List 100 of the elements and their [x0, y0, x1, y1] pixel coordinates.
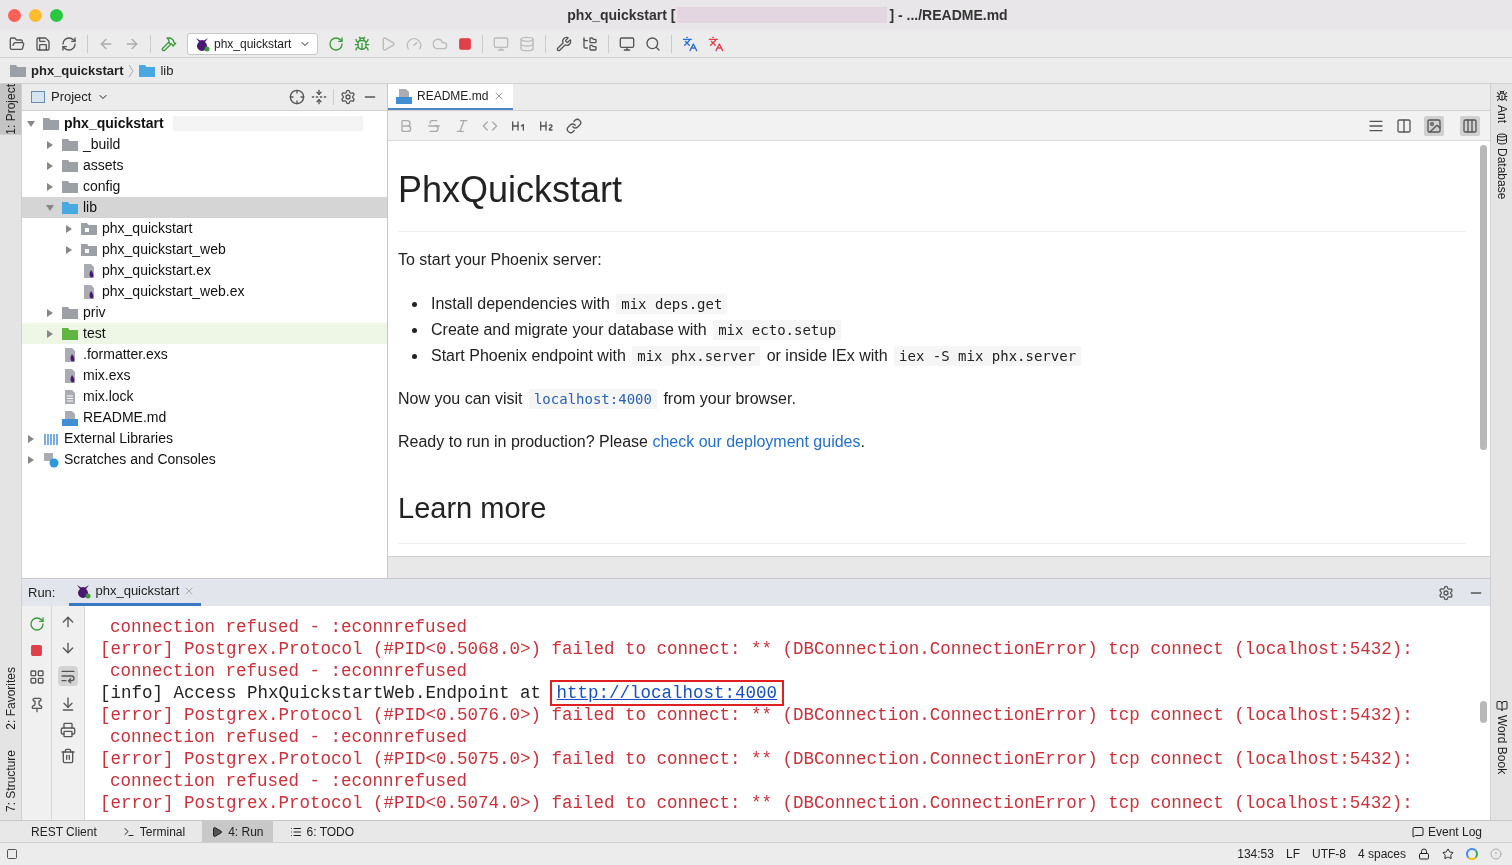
rerun-icon[interactable] — [28, 616, 45, 632]
tree-item[interactable]: assets — [22, 155, 387, 176]
tree-item[interactable]: lib — [22, 197, 387, 218]
event-log-button[interactable]: Event Log — [1411, 822, 1490, 841]
italic-icon[interactable] — [454, 117, 470, 134]
debug-icon[interactable] — [354, 35, 371, 52]
settings-wrench-icon[interactable] — [556, 35, 573, 52]
markdown-file-icon — [62, 409, 78, 426]
tree-item[interactable]: Scratches and Consoles — [22, 449, 387, 470]
close-window-button[interactable] — [8, 8, 21, 22]
translate-icon[interactable] — [682, 35, 699, 52]
collapsed-arrow-icon[interactable] — [64, 244, 74, 255]
tree-item[interactable]: test — [22, 323, 387, 344]
sync-icon[interactable] — [61, 35, 77, 52]
layout-icon[interactable] — [28, 669, 45, 685]
collapsed-arrow-icon[interactable] — [45, 328, 55, 339]
zoom-window-button[interactable] — [50, 8, 63, 22]
stop-icon[interactable] — [30, 644, 43, 657]
locate-icon[interactable] — [289, 89, 305, 105]
collapsed-arrow-icon[interactable] — [45, 160, 55, 171]
open-folder-icon[interactable] — [9, 35, 25, 52]
link-icon[interactable] — [566, 117, 582, 134]
translate-icon[interactable] — [708, 35, 725, 52]
tree-item[interactable]: config — [22, 176, 387, 197]
tree-item[interactable]: phx_quickstart_web — [22, 239, 387, 260]
scrollbar-thumb[interactable] — [1479, 145, 1487, 450]
folder-icon — [62, 137, 78, 152]
settings-icon[interactable] — [340, 89, 356, 105]
collapsed-arrow-icon[interactable] — [64, 223, 74, 234]
editor-tab[interactable]: README.md — [388, 84, 514, 110]
tree-item[interactable]: _build — [22, 134, 387, 155]
link[interactable]: localhost:4000 — [528, 389, 657, 409]
status-item[interactable]: UTF-8 — [1311, 845, 1346, 863]
tool-window-button[interactable]: Terminal — [113, 820, 195, 843]
tool-window-button[interactable]: 4: Run — [202, 820, 273, 843]
stop-icon[interactable] — [458, 36, 473, 51]
print-icon[interactable] — [60, 722, 76, 738]
status-item[interactable]: 134:53 — [1237, 845, 1274, 863]
split-view-icon[interactable] — [1396, 117, 1412, 134]
lock-icon[interactable] — [1418, 848, 1430, 860]
search-icon[interactable] — [645, 35, 662, 52]
project-structure-icon[interactable] — [582, 35, 599, 52]
scroll-to-end-icon[interactable] — [60, 696, 76, 712]
tree-item[interactable]: mix.lock — [22, 386, 387, 407]
tool-window-button[interactable]: 6: TODO — [280, 820, 364, 843]
tool-window-button[interactable]: REST Client — [22, 820, 106, 843]
tree-item[interactable]: phx_quickstart.ex — [22, 260, 387, 281]
panel-toggle-icon[interactable] — [6, 848, 18, 860]
tree-item-label: lib — [83, 198, 97, 217]
status-item[interactable]: LF — [1285, 845, 1300, 863]
console-link[interactable]: http://localhost:4000 — [551, 682, 783, 704]
expanded-arrow-icon[interactable] — [45, 202, 55, 213]
trash-icon[interactable] — [60, 748, 76, 764]
breadcrumb-item[interactable]: lib — [160, 60, 174, 81]
collapse-all-icon[interactable] — [311, 89, 327, 105]
markdown-file-icon — [396, 88, 412, 104]
tree-item[interactable]: External Libraries — [22, 428, 387, 449]
status-item[interactable]: 4 spaces — [1357, 845, 1406, 863]
preview-only-icon[interactable] — [1426, 117, 1442, 134]
google-icon[interactable] — [1466, 848, 1478, 860]
collapsed-arrow-icon[interactable] — [45, 181, 55, 192]
console-line: connection refused - :econnrefused — [109, 616, 469, 638]
collapsed-arrow-icon[interactable] — [26, 433, 36, 444]
tree-item-label: README.md — [83, 408, 167, 427]
run-configuration-dropdown[interactable]: phx_quickstart — [187, 32, 319, 55]
tool-window-tab[interactable]: 2: Favorites — [0, 667, 21, 730]
scratches-icon — [43, 451, 59, 468]
collapsed-arrow-icon[interactable] — [45, 307, 55, 318]
strikethrough-icon[interactable] — [426, 117, 442, 134]
breadcrumb-item[interactable]: phx_quickstart — [31, 60, 124, 81]
bold-icon[interactable] — [398, 117, 414, 134]
tree-item-label: test — [83, 324, 106, 343]
scrollbar-thumb[interactable] — [1479, 701, 1487, 723]
rerun-icon[interactable] — [328, 35, 345, 52]
tree-item[interactable]: .formatter.exs — [22, 344, 387, 365]
sync-scroll-icon[interactable] — [1462, 117, 1478, 134]
tool-window-tab[interactable]: Database — [1492, 148, 1511, 200]
tool-window-tab[interactable]: Word Book — [1492, 714, 1511, 774]
collapsed-arrow-icon[interactable] — [45, 139, 55, 150]
soft-wrap-icon[interactable] — [60, 668, 76, 684]
save-icon[interactable] — [35, 35, 51, 52]
tree-item[interactable]: priv — [22, 302, 387, 323]
tree-item[interactable]: phx_quickstart — [22, 113, 387, 134]
folder-icon — [62, 305, 78, 320]
expanded-arrow-icon[interactable] — [26, 118, 36, 129]
tool-window-tab[interactable]: Ant — [1492, 105, 1511, 123]
hammer-icon[interactable] — [161, 35, 177, 52]
tool-window-tab[interactable]: 7: Structure — [0, 749, 21, 812]
settings-icon[interactable] — [1438, 584, 1454, 601]
tree-item[interactable]: mix.exs — [22, 365, 387, 386]
tree-item[interactable]: README.md — [22, 407, 387, 428]
terminal-window-icon[interactable] — [619, 35, 636, 52]
collapsed-arrow-icon[interactable] — [26, 454, 36, 465]
tree-item[interactable]: phx_quickstart_web.ex — [22, 281, 387, 302]
tree-item[interactable]: phx_quickstart — [22, 218, 387, 239]
tool-window-tab[interactable]: 1: Project — [0, 84, 21, 135]
tree-item-label: priv — [83, 303, 106, 322]
bullet-icon — [412, 327, 417, 333]
link[interactable]: check our deployment guides — [652, 433, 861, 450]
panel-title[interactable]: Project — [51, 87, 92, 107]
